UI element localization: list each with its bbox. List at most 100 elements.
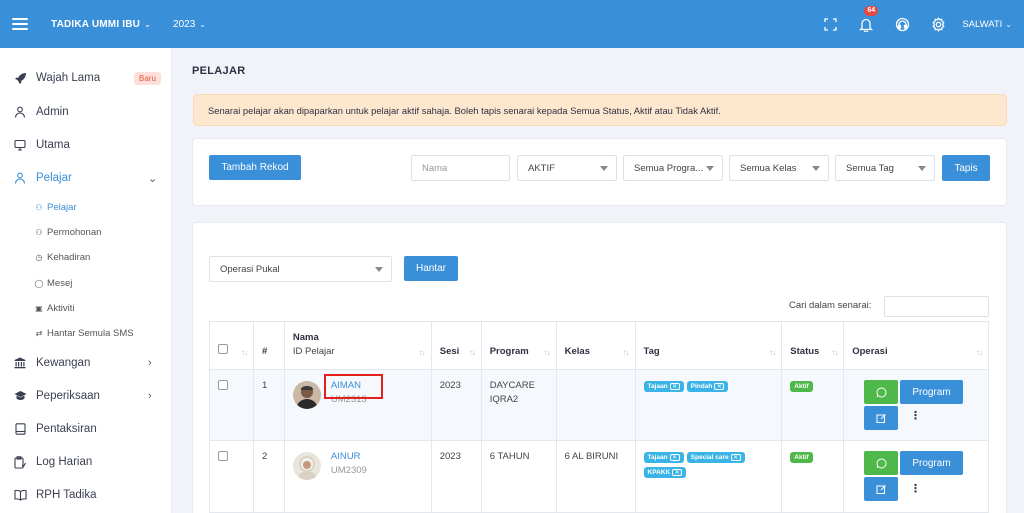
search-list-input[interactable]	[884, 296, 989, 317]
filter-button[interactable]: Tapis	[942, 155, 990, 181]
sidebar-subitem-mesej[interactable]: ◯ Mesej	[34, 274, 73, 292]
bulk-operation-select[interactable]: Operasi Pukal	[209, 256, 392, 282]
clock-icon: ◷	[35, 252, 43, 262]
whatsapp-button[interactable]	[864, 380, 898, 404]
gear-icon[interactable]	[928, 14, 948, 34]
row-number: 2	[252, 440, 285, 513]
sidebar-subitem-permohonan[interactable]: ⚇ Permohonan	[34, 223, 101, 241]
sidebar-item-rph-tadika[interactable]: RPH Tadika	[0, 480, 172, 510]
close-icon[interactable]: ✕	[669, 383, 680, 390]
program-button[interactable]: Program	[900, 451, 963, 475]
program-select[interactable]: Semua Progra...	[623, 155, 723, 181]
graduation-cap-icon	[13, 389, 27, 403]
close-icon[interactable]: ✕	[714, 383, 725, 390]
sidebar-subitem-aktiviti[interactable]: ▣ Aktiviti	[34, 299, 74, 317]
chevron-right-icon: ›	[148, 357, 152, 369]
message-icon: ◯	[34, 278, 44, 288]
notification-bell-icon[interactable]: 64	[856, 6, 879, 34]
more-options-icon[interactable]: ⋮	[910, 411, 921, 422]
info-alert: Senarai pelajar akan dipaparkan untuk pe…	[193, 94, 1007, 126]
tag-cell: Tajaan ✕ Pindah ✕	[634, 369, 783, 441]
edit-button[interactable]	[864, 406, 898, 430]
sidebar-subitem-pelajar[interactable]: ⚇ Pelajar	[34, 198, 76, 216]
sort-icon[interactable]: ↑↓	[544, 348, 551, 357]
user-name: SALWATI	[962, 18, 1003, 30]
user-icon: ⚇	[35, 202, 43, 212]
whatsapp-button[interactable]	[864, 451, 898, 475]
name-search-input[interactable]: Nama	[411, 155, 510, 181]
header-tag[interactable]: Tag ↑↓	[634, 321, 783, 370]
caret-down-icon	[918, 166, 926, 171]
sidebar-item-admin[interactable]: Admin	[0, 97, 172, 127]
header-session[interactable]: Sesi ↑↓	[430, 321, 482, 370]
session-cell: 2023	[430, 369, 482, 441]
chevron-down-icon: ⌄	[144, 19, 152, 29]
header-name[interactable]: Nama ID Pelajar ↑↓	[283, 321, 432, 370]
class-cell: 6 AL BIRUNI	[555, 440, 636, 513]
caret-down-icon	[600, 166, 608, 171]
sort-icon[interactable]: ↑↓	[623, 348, 630, 357]
avatar	[292, 452, 321, 480]
refresh-icon: ⇄	[35, 328, 43, 338]
sidebar: Wajah Lama Baru Admin Utama Pelajar ⌄ ⚇ P…	[0, 48, 172, 513]
user-icon	[13, 171, 27, 185]
highlight-box	[324, 374, 383, 399]
row-checkbox[interactable]	[218, 451, 228, 461]
sidebar-item-log-harian[interactable]: Log Harian	[0, 447, 172, 477]
more-options-icon[interactable]: ⋮	[910, 484, 921, 495]
school-name: TADIKA UMMI IBU	[51, 18, 141, 30]
row-number: 1	[252, 369, 285, 441]
add-record-button[interactable]: Tambah Rekod	[209, 155, 301, 180]
sidebar-item-pelajar[interactable]: Pelajar ⌄	[0, 163, 172, 193]
sort-icon[interactable]: ↑↓	[419, 348, 426, 357]
page-title: PELAJAR	[192, 65, 246, 77]
sidebar-item-utama[interactable]: Utama	[0, 130, 172, 160]
clipboard-icon	[13, 455, 27, 469]
program-button[interactable]: Program	[900, 380, 963, 404]
sidebar-item-kewangan[interactable]: Kewangan ›	[0, 348, 172, 378]
select-all-checkbox[interactable]	[218, 344, 228, 354]
header-operation[interactable]: Operasi ↑↓	[843, 321, 989, 370]
tag-badge: KPAKK ✕	[643, 467, 687, 478]
user-menu[interactable]: SALWATI ⌄	[962, 19, 1012, 30]
caret-down-icon	[375, 267, 383, 272]
monitor-icon	[13, 138, 27, 152]
sort-icon[interactable]: ↑↓	[831, 348, 838, 357]
sidebar-subitem-kehadiran[interactable]: ◷ Kehadiran	[34, 248, 91, 266]
year-selector[interactable]: 2023 ⌄	[173, 19, 206, 30]
tag-select[interactable]: Semua Tag	[835, 155, 935, 181]
student-name-link[interactable]: AINUR	[331, 451, 367, 462]
sidebar-item-pentaksiran[interactable]: Pentaksiran	[0, 414, 172, 444]
send-button[interactable]: Hantar	[404, 256, 458, 281]
top-bar: TADIKA UMMI IBU ⌄ 2023 ⌄ 64 SALWATI ⌄	[0, 0, 1024, 48]
school-selector[interactable]: TADIKA UMMI IBU ⌄	[51, 19, 151, 30]
close-icon[interactable]: ✕	[672, 469, 683, 476]
user-check-icon: ⚇	[35, 227, 43, 237]
sort-icon[interactable]: ↑↓	[241, 348, 248, 357]
status-select[interactable]: AKTIF	[517, 155, 617, 181]
tag-badge: Tajaan ✕	[643, 452, 684, 463]
header-class[interactable]: Kelas ↑↓	[555, 321, 636, 370]
menu-toggle-icon[interactable]	[12, 18, 28, 30]
sort-icon[interactable]: ↑↓	[976, 348, 983, 357]
close-icon[interactable]: ✕	[669, 454, 680, 461]
rocket-icon	[13, 71, 27, 85]
sidebar-subitem-hantar-semula-sms[interactable]: ⇄ Hantar Semula SMS	[34, 324, 134, 342]
sidebar-item-wajah-lama[interactable]: Wajah Lama Baru	[0, 63, 172, 93]
status-badge: Aktif	[790, 381, 813, 392]
close-icon[interactable]: ✕	[730, 454, 741, 461]
tag-cell: Tajaan ✕ Special care ✕ KPAKK ✕	[634, 440, 783, 513]
edit-button[interactable]	[864, 477, 898, 501]
row-checkbox[interactable]	[218, 380, 228, 390]
sort-icon[interactable]: ↑↓	[769, 348, 776, 357]
header-no: #	[252, 321, 285, 370]
header-status[interactable]: Status ↑↓	[781, 321, 845, 370]
program-cell: DAYCARE IQRA2	[480, 369, 557, 441]
sort-icon[interactable]: ↑↓	[469, 348, 476, 357]
fullscreen-icon[interactable]	[820, 14, 840, 34]
header-program[interactable]: Program ↑↓	[480, 321, 557, 370]
year-label: 2023	[173, 18, 196, 30]
headset-icon[interactable]	[892, 14, 912, 34]
sidebar-item-peperiksaan[interactable]: Peperiksaan ›	[0, 381, 172, 411]
class-select[interactable]: Semua Kelas	[729, 155, 829, 181]
